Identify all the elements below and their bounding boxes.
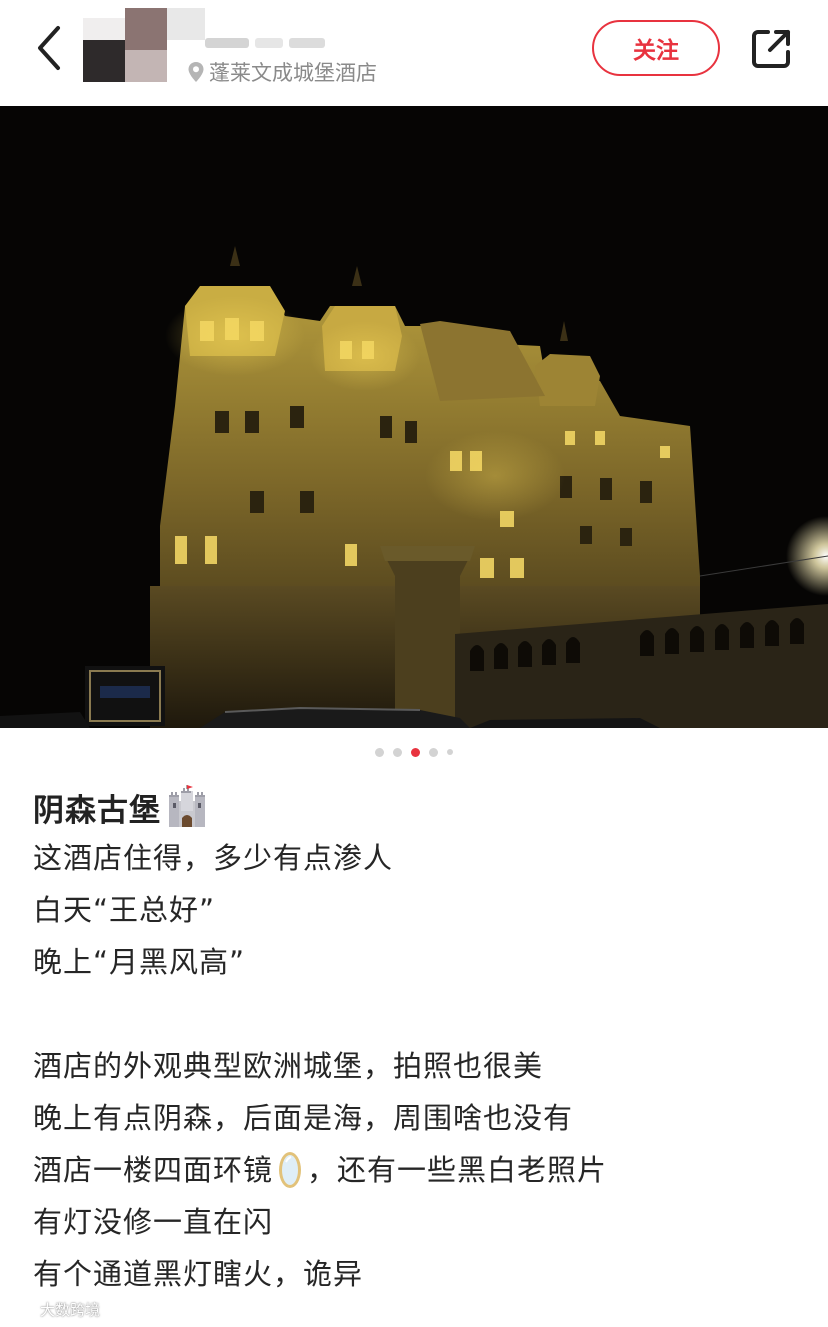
post-content: 阴森古堡 这酒店住得，多少有点渗人 白天“王总好” 晚上“月黑风高” 酒店的外观… — [33, 782, 803, 1300]
post-title: 阴森古堡 — [33, 792, 161, 829]
post-line-part: 酒店一楼四面环镜 — [33, 1153, 274, 1187]
post-line: 酒店一楼四面环镜 ，还有一些黑白老照片 — [33, 1144, 803, 1196]
username-blurred[interactable] — [205, 38, 325, 48]
post-spacer — [33, 988, 803, 1040]
castle-night-image — [0, 106, 828, 728]
post-line: 有灯没修一直在闪 — [33, 1205, 274, 1239]
carousel-dot[interactable] — [375, 747, 384, 757]
location-label: 蓬莱文成城堡酒店 — [209, 61, 377, 85]
follow-button[interactable]: 关注 — [592, 20, 720, 76]
post-line: 有个通道黑灯瞎火，诡异 — [33, 1257, 364, 1291]
mirror-emoji-icon — [279, 1152, 302, 1188]
watermark-logo-icon — [9, 1303, 32, 1316]
post-line: 酒店的外观典型欧洲城堡，拍照也很美 — [33, 1049, 544, 1083]
carousel-dot[interactable] — [429, 747, 438, 757]
watermark-label: 大数跨境 — [40, 1301, 101, 1319]
chevron-left-icon — [38, 26, 60, 70]
carousel-dot[interactable] — [393, 747, 402, 757]
carousel-dot[interactable] — [447, 749, 453, 755]
post-line: 晚上有点阴森，后面是海，周围啥也没有 — [33, 1101, 574, 1135]
watermark: 大数跨境 — [8, 1299, 100, 1320]
post-line: 这酒店住得，多少有点渗人 — [33, 841, 394, 875]
back-button[interactable] — [28, 22, 72, 74]
post-line: 白天“王总好” — [33, 893, 216, 927]
castle-emoji-icon — [169, 785, 205, 827]
share-icon — [752, 30, 790, 68]
post-line-part: ，还有一些黑白老照片 — [307, 1153, 608, 1187]
carousel-indicator — [0, 744, 828, 760]
post-photo[interactable] — [0, 106, 828, 728]
avatar[interactable] — [83, 8, 205, 84]
map-pin-icon — [188, 62, 204, 82]
carousel-dot-active[interactable] — [411, 747, 420, 757]
post-title-row: 阴森古堡 — [33, 782, 803, 832]
post-line: 晚上“月黑风高” — [33, 945, 246, 979]
location-tag[interactable]: 蓬莱文成城堡酒店 — [186, 57, 377, 87]
top-bar: 蓬莱文成城堡酒店 关注 — [0, 0, 828, 106]
share-button[interactable] — [748, 26, 794, 72]
